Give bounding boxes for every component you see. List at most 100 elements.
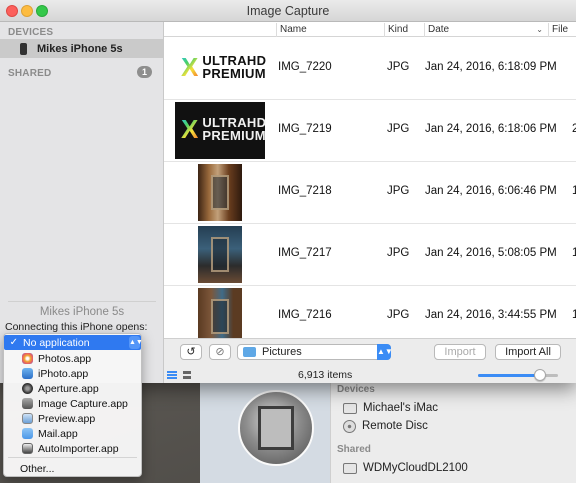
menu-item-image-capture[interactable]: Image Capture.app [4, 396, 141, 411]
table-row[interactable]: IMG_7217 JPG Jan 24, 2016, 5:08:05 PM 1 [164, 224, 576, 286]
menu-item-preview[interactable]: Preview.app [4, 411, 141, 426]
file-kind: JPG [387, 247, 410, 259]
devices-header: DEVICES [8, 27, 54, 38]
menu-item-autoimporter[interactable]: AutoImporter.app [4, 441, 141, 456]
file-kind: JPG [387, 309, 410, 321]
shared-header: SHARED [8, 68, 52, 79]
image-thumbnail[interactable] [198, 164, 242, 221]
column-header-name[interactable]: Name [276, 23, 384, 37]
popup-chevron-icon: ▲▼ [377, 344, 393, 360]
ultra-hd-logo-icon: X [181, 114, 199, 144]
table-row[interactable]: X ULTRAHD PREMIUM IMG_7220 JPG Jan 24, 2… [164, 38, 576, 100]
sidebar: DEVICES Mikes iPhone 5s SHARED 1 Mikes i… [0, 22, 164, 383]
file-kind: JPG [387, 61, 410, 73]
menu-item-label: AutoImporter.app [38, 442, 119, 455]
connecting-opens-label: Connecting this iPhone opens: [5, 321, 148, 333]
menu-item-label: Image Capture.app [38, 397, 128, 410]
menu-item-label: Aperture.app [38, 382, 99, 395]
file-size: 1 [572, 185, 576, 197]
file-name: IMG_7216 [278, 309, 332, 321]
sidebar-item-iphone[interactable]: Mikes iPhone 5s [0, 39, 163, 58]
file-date: Jan 24, 2016, 6:18:09 PM [425, 61, 557, 73]
finder-item-wdmycloud[interactable]: WDMyCloudDL2100 [343, 459, 468, 477]
list-view-icon[interactable] [167, 371, 177, 379]
column-header-thumbnail[interactable] [164, 23, 276, 37]
iphone-icon [20, 42, 27, 55]
network-display-icon [343, 462, 357, 474]
column-headers: Name Kind Date ⌄ File [164, 22, 576, 37]
menu-item-aperture[interactable]: Aperture.app [4, 381, 141, 396]
import-all-button[interactable]: Import All [495, 344, 561, 360]
column-header-file[interactable]: File [548, 23, 576, 37]
menu-item-no-application[interactable]: ✓ No application ▲▼ [4, 335, 143, 350]
file-date: Jan 24, 2016, 5:08:05 PM [425, 247, 557, 259]
item-count: 6,913 items [298, 369, 353, 381]
aperture-icon [22, 383, 33, 394]
file-date: Jan 24, 2016, 3:44:55 PM [425, 309, 557, 321]
file-date: Jan 24, 2016, 6:18:06 PM [425, 123, 557, 135]
finder-item-label: Michael's iMac [363, 402, 439, 414]
open-with-menu: ✓ No application ▲▼ Photos.app iPhoto.ap… [3, 333, 143, 477]
preview-icon [22, 413, 33, 424]
sort-chevron-icon: ⌄ [536, 25, 543, 34]
finder-item-remote-disc[interactable]: Remote Disc [343, 417, 428, 435]
popup-chevron-icon: ▲▼ [129, 336, 143, 349]
menu-item-label: iPhoto.app [38, 367, 89, 380]
menu-item-photos[interactable]: Photos.app [4, 351, 141, 366]
table-row[interactable]: X ULTRAHD PREMIUM IMG_7219 JPG Jan 24, 2… [164, 100, 576, 162]
file-name: IMG_7219 [278, 123, 332, 135]
zoom-window-button[interactable] [36, 5, 48, 17]
minimize-window-button[interactable] [21, 5, 33, 17]
title-bar: Image Capture [0, 0, 576, 22]
delete-button[interactable]: ⊘ [209, 344, 231, 360]
checkmark-icon: ✓ [9, 337, 18, 348]
folder-icon [243, 347, 256, 357]
imac-icon [343, 402, 357, 414]
rotate-button[interactable]: ↺ [180, 344, 202, 360]
image-thumbnail[interactable] [198, 288, 242, 345]
slider-fill [478, 374, 541, 377]
grid-view-icon[interactable] [183, 371, 191, 379]
file-name: IMG_7217 [278, 247, 332, 259]
file-name: IMG_7220 [278, 61, 332, 73]
thumbnail-size-slider[interactable] [478, 369, 558, 381]
image-thumbnail[interactable] [198, 226, 242, 283]
sidebar-divider [8, 301, 156, 302]
menu-item-label: Preview.app [38, 412, 96, 425]
device-info-name: Mikes iPhone 5s [39, 306, 125, 318]
rows: X ULTRAHD PREMIUM IMG_7220 JPG Jan 24, 2… [164, 38, 576, 348]
import-destination-popup[interactable]: Pictures ▲▼ [237, 344, 393, 360]
autoimporter-icon [22, 443, 33, 454]
finder-item-label: Remote Disc [362, 420, 428, 432]
logo-line2: PREMIUM [202, 128, 266, 143]
column-header-kind[interactable]: Kind [384, 23, 424, 37]
bottom-toolbar: ↺ ⊘ Pictures ▲▼ Import Import All [164, 338, 576, 364]
column-header-date[interactable]: Date ⌄ [424, 23, 548, 37]
logo-line2: PREMIUM [202, 66, 266, 81]
menu-item-iphoto[interactable]: iPhoto.app [4, 366, 141, 381]
close-window-button[interactable] [6, 5, 18, 17]
disc-icon [343, 419, 356, 433]
image-thumbnail[interactable]: X ULTRAHD PREMIUM [175, 102, 266, 159]
menu-item-label: No application [23, 336, 90, 349]
image-capture-window: Image Capture DEVICES Mikes iPhone 5s SH… [0, 0, 576, 383]
menu-item-label: Mail.app [38, 427, 78, 440]
menu-item-label: Other... [20, 462, 55, 475]
window-title: Image Capture [246, 4, 330, 18]
table-row[interactable]: IMG_7218 JPG Jan 24, 2016, 6:06:46 PM 1 [164, 162, 576, 224]
finder-item-imac[interactable]: Michael's iMac [343, 399, 438, 417]
menu-item-other[interactable]: Other... [4, 461, 141, 476]
image-thumbnail[interactable]: X ULTRAHD PREMIUM [175, 40, 266, 97]
file-date: Jan 24, 2016, 6:06:46 PM [425, 185, 557, 197]
ultra-hd-logo-icon: X [181, 52, 199, 82]
background-user-avatar [238, 390, 314, 466]
image-list: Name Kind Date ⌄ File X ULTRAHD PREMIUM [164, 22, 576, 348]
menu-item-mail[interactable]: Mail.app [4, 426, 141, 441]
shared-count-badge[interactable]: 1 [137, 66, 152, 78]
file-kind: JPG [387, 123, 410, 135]
menu-item-label: Photos.app [38, 352, 92, 365]
column-header-date-label: Date [428, 24, 450, 35]
import-button[interactable]: Import [434, 344, 486, 360]
mail-icon [22, 428, 33, 439]
image-capture-icon [22, 398, 33, 409]
